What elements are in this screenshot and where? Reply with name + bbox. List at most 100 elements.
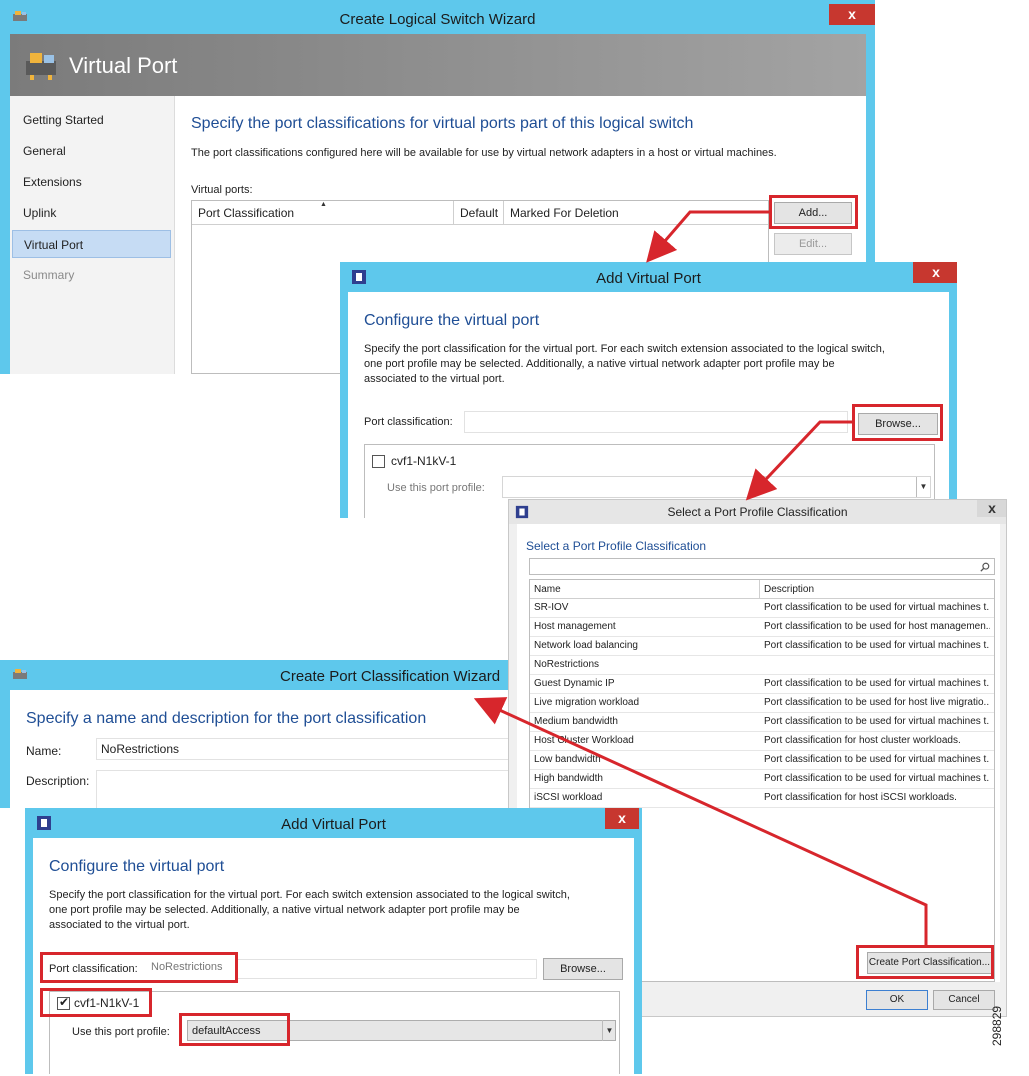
extension-checkbox-highlight	[40, 988, 152, 1017]
wizard-titlebar: Create Logical Switch Wizard x	[0, 0, 875, 34]
wizard-heading: Specify the port classifications for vir…	[191, 115, 694, 132]
wizard-close-button[interactable]: x	[829, 4, 875, 25]
nav-summary[interactable]: Summary	[12, 261, 171, 289]
avp-bottom-port-class-field[interactable]	[237, 959, 537, 979]
row-name: Host Cluster Workload	[534, 735, 634, 746]
col-default[interactable]: Default	[454, 201, 504, 225]
avp-top-description: Specify the port classification for the …	[364, 342, 944, 387]
chevron-down-icon: ▼	[916, 477, 930, 497]
row-name: High bandwidth	[534, 773, 603, 784]
ppc-search-box[interactable]	[529, 558, 995, 575]
cpc-description-field[interactable]	[96, 770, 508, 808]
search-icon	[980, 562, 990, 572]
wizard-banner: Virtual Port	[10, 34, 866, 96]
table-row[interactable]: Network load balancing Port classificatio…	[530, 637, 994, 656]
table-row[interactable]: Live migration workload Port classificati…	[530, 694, 994, 713]
port-classification-highlight	[40, 952, 238, 983]
sort-asc-icon: ▲	[320, 201, 327, 208]
avp-bottom-heading: Configure the virtual port	[49, 858, 225, 875]
avp-bottom-desc-line: Specify the port classification for the …	[49, 889, 570, 901]
figure-id: 298829	[990, 1005, 1004, 1046]
virtual-ports-label: Virtual ports:	[191, 184, 253, 196]
cpc-title: Create Port Classification Wizard	[280, 668, 501, 685]
close-icon: x	[618, 810, 626, 826]
wizard-nav: Getting Started General Extensions Uplin…	[10, 96, 175, 374]
avp-top-desc-line: associated to the virtual port.	[364, 373, 505, 385]
avp-top-title: Add Virtual Port	[596, 270, 701, 287]
row-description: Port classification to be used for virtu…	[764, 716, 990, 727]
row-name: Guest Dynamic IP	[534, 678, 615, 689]
ppc-col-name[interactable]: Name	[534, 580, 759, 599]
ppc-titlebar: Select a Port Profile Classification x	[509, 500, 1006, 524]
cpc-name-label: Name:	[26, 744, 62, 758]
chevron-down-icon: ▼	[602, 1020, 616, 1041]
avp-top-close-button[interactable]: x	[913, 262, 957, 283]
row-description: Port classification for host cluster wor…	[764, 735, 961, 746]
cpc-titlebar: Create Port Classification Wizard	[0, 660, 508, 690]
row-name: iSCSI workload	[534, 792, 603, 803]
avp-top-profile-combo[interactable]: ▼	[502, 476, 931, 498]
ppc-cancel-button[interactable]: Cancel	[933, 990, 995, 1010]
table-row[interactable]: NoRestrictions	[530, 656, 994, 675]
ppc-close-button[interactable]: x	[977, 500, 1006, 517]
add-virtual-port-dialog-top: Add Virtual Port x Configure the virtual…	[340, 262, 957, 518]
row-description: Port classification to be used for virtu…	[764, 754, 990, 765]
row-description: Port classification to be used for virtu…	[764, 773, 990, 784]
avp-bottom-browse-button[interactable]: Browse...	[543, 958, 623, 980]
edit-button[interactable]: Edit...	[774, 233, 852, 255]
nav-uplink[interactable]: Uplink	[12, 199, 171, 227]
col-marked-for-deletion[interactable]: Marked For Deletion	[504, 201, 770, 225]
row-name: SR-IOV	[534, 602, 569, 613]
ppc-title: Select a Port Profile Classification	[667, 505, 848, 519]
avp-top-extension-name: cvf1-N1kV-1	[391, 454, 457, 468]
table-row[interactable]: High bandwidth Port classification to be …	[530, 770, 994, 789]
cpc-body: Specify a name and description for the p…	[10, 690, 508, 808]
avp-bottom-desc-line: one port profile may be selected. Additi…	[49, 904, 520, 916]
table-row[interactable]: iSCSI workload Port classification for ho…	[530, 789, 994, 808]
table-row[interactable]: Guest Dynamic IP Port classification to b…	[530, 675, 994, 694]
close-icon: x	[988, 500, 996, 516]
avp-bottom-close-button[interactable]: x	[605, 808, 639, 829]
banner-title: Virtual Port	[69, 53, 178, 78]
avp-top-titlebar: Add Virtual Port x	[340, 262, 957, 292]
row-name: Live migration workload	[534, 697, 640, 708]
row-description: Port classification to be used for host …	[764, 621, 990, 632]
nav-extensions[interactable]: Extensions	[12, 168, 171, 196]
table-header: Port Classification ▲ Default Marked For…	[192, 201, 768, 225]
virtual-port-banner-icon	[26, 53, 56, 80]
nav-getting-started[interactable]: Getting Started	[12, 106, 171, 134]
cpc-heading: Specify a name and description for the p…	[26, 710, 427, 727]
row-description: Port classification to be used for virtu…	[764, 678, 990, 689]
row-name: Host management	[534, 621, 616, 632]
ppc-col-description[interactable]: Description	[764, 580, 814, 599]
wizard-title: Create Logical Switch Wizard	[339, 11, 536, 28]
cpc-name-field[interactable]: NoRestrictions	[96, 738, 508, 760]
row-name: Network load balancing	[534, 640, 638, 651]
row-description: Port classification for host iSCSI workl…	[764, 792, 957, 803]
port-profile-highlight	[179, 1013, 290, 1046]
cpc-description-label: Description:	[26, 774, 90, 788]
avp-bottom-title: Add Virtual Port	[281, 816, 386, 833]
ppc-ok-button[interactable]: OK	[866, 990, 928, 1010]
row-description: Port classification to be used for virtu…	[764, 640, 990, 651]
row-description: Port classification to be used for virtu…	[764, 602, 990, 613]
switch-icon	[13, 669, 27, 679]
avp-top-extension-checkbox[interactable]	[372, 455, 385, 468]
row-description: Port classification to be used for host …	[764, 697, 990, 708]
avp-top-heading: Configure the virtual port	[364, 312, 540, 329]
table-row[interactable]: Low bandwidth Port classification to be u…	[530, 751, 994, 770]
close-icon: x	[932, 264, 940, 280]
add-button-highlight	[769, 195, 858, 229]
nav-general[interactable]: General	[12, 137, 171, 165]
table-row[interactable]: Host management Port classification to be…	[530, 618, 994, 637]
create-port-classification-highlight	[856, 945, 994, 979]
browse-button-highlight	[852, 404, 943, 441]
nav-virtual-port[interactable]: Virtual Port	[12, 230, 171, 258]
table-row[interactable]: SR-IOV Port classification to be used for…	[530, 599, 994, 618]
close-icon: x	[848, 6, 856, 22]
avp-top-port-class-field[interactable]	[464, 411, 848, 433]
avp-top-desc-line: Specify the port classification for the …	[364, 343, 885, 355]
table-row[interactable]: Host Cluster Workload Port classification…	[530, 732, 994, 751]
table-row[interactable]: Medium bandwidth Port classification to b…	[530, 713, 994, 732]
avp-bottom-description: Specify the port classification for the …	[49, 888, 629, 933]
